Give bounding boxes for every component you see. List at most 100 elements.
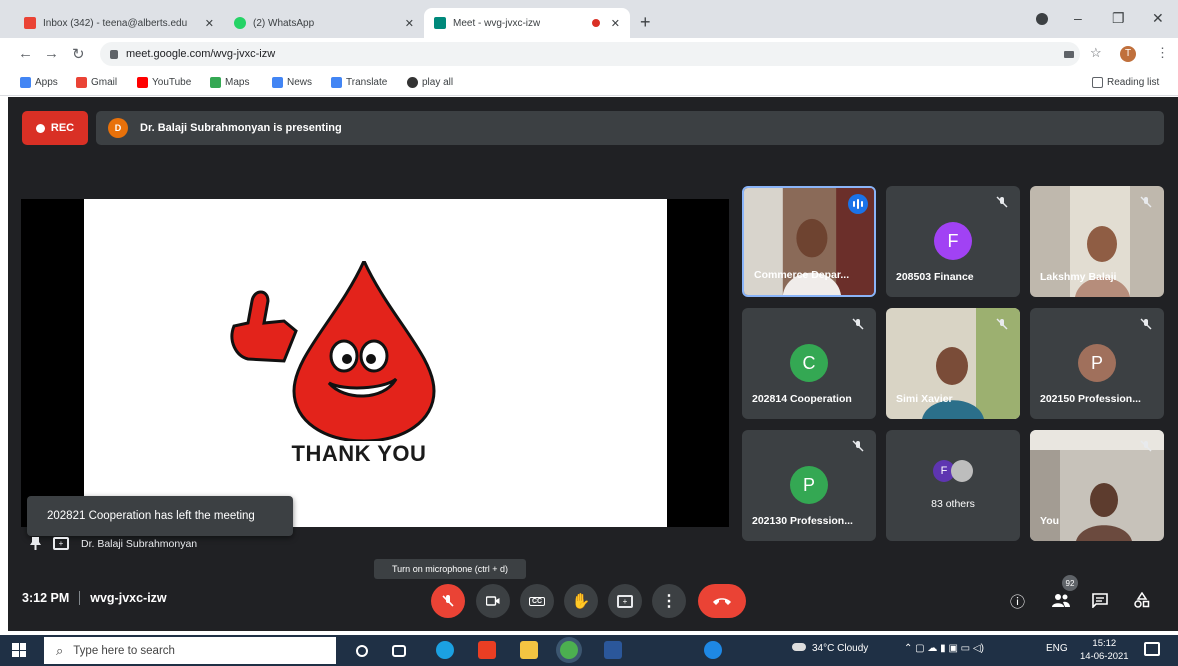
people-icon[interactable]	[1052, 593, 1070, 607]
close-tab-icon[interactable]: ✕	[405, 17, 414, 30]
recording-dot-icon	[592, 19, 600, 27]
bookmarks-bar: Apps Gmail YouTube Maps News Translate p…	[0, 70, 1178, 96]
chrome-icon[interactable]	[560, 641, 578, 659]
participant-tile[interactable]: P 202150 Profession...	[1030, 308, 1164, 419]
more-options-button[interactable]: ⋮	[652, 584, 686, 618]
reload-icon[interactable]: ↻	[72, 45, 85, 63]
raise-hand-button[interactable]: ✋	[564, 584, 598, 618]
mic-off-icon	[1140, 318, 1152, 330]
bookmark-youtube[interactable]: YouTube	[137, 77, 191, 88]
tab-gmail[interactable]: Inbox (342) - teena@alberts.edu ✕	[14, 8, 224, 38]
mic-off-icon	[1140, 196, 1152, 208]
forward-icon[interactable]: →	[44, 45, 59, 62]
new-tab-button[interactable]: +	[640, 12, 651, 33]
menu-kebab-icon[interactable]: ⋮	[1156, 45, 1169, 61]
meeting-time: 3:12 PM	[22, 591, 70, 605]
tab-title: Inbox (342) - teena@alberts.edu	[43, 17, 188, 29]
system-tray-icons[interactable]: ⌃ ▢ ☁ ▮ ▣ ▭ ◁)	[904, 643, 984, 654]
activities-icon[interactable]	[1134, 592, 1150, 608]
participant-tile[interactable]: Lakshmy Balaji	[1030, 186, 1164, 297]
camera-toggle-button[interactable]	[476, 584, 510, 618]
bookmark-translate[interactable]: Translate	[331, 77, 387, 88]
participant-name: 208503 Finance	[896, 271, 974, 283]
mic-off-icon	[442, 595, 454, 607]
participant-tile[interactable]: C 202814 Cooperation	[742, 308, 876, 419]
mic-off-icon	[1140, 440, 1152, 452]
blood-drop-thumbs-up-illustration	[230, 261, 436, 441]
edge-icon[interactable]	[436, 641, 454, 659]
tab-whatsapp[interactable]: (2) WhatsApp ✕	[224, 8, 424, 38]
address-bar[interactable]: meet.google.com/wvg-jvxc-izw	[100, 42, 1080, 66]
taskbar-search[interactable]: ⌕ Type here to search	[44, 637, 336, 664]
participant-name: 202814 Cooperation	[752, 393, 852, 405]
bookmark-play-all[interactable]: play all	[407, 77, 453, 88]
taskbar-clock[interactable]: 15:12 14-06-2021	[1080, 637, 1129, 663]
mic-off-icon	[852, 318, 864, 330]
captions-button[interactable]: CC	[520, 584, 554, 618]
lock-icon	[110, 49, 118, 59]
back-icon[interactable]: ←	[18, 45, 33, 62]
file-explorer-icon[interactable]	[520, 641, 538, 659]
address-text: meet.google.com/wvg-jvxc-izw	[126, 48, 276, 60]
presenter-avatar: D	[108, 118, 128, 138]
left-meeting-toast: 202821 Cooperation has left the meeting	[27, 496, 293, 536]
present-now-button[interactable]: +	[608, 584, 642, 618]
close-tab-icon[interactable]: ✕	[611, 17, 620, 30]
maps-icon	[210, 77, 221, 88]
participant-avatar: F	[934, 222, 972, 260]
more-vert-icon: ⋮	[661, 593, 677, 610]
notification-center-icon[interactable]	[1144, 642, 1160, 656]
meeting-details-icon[interactable]: ⓘ	[1010, 591, 1025, 612]
media-control-icon[interactable]	[1036, 13, 1048, 25]
search-icon: ⌕	[56, 642, 64, 658]
participant-tile[interactable]: P 202130 Profession...	[742, 430, 876, 541]
participant-count-badge: 92	[1062, 575, 1078, 591]
mic-toggle-button[interactable]	[431, 584, 465, 618]
participant-tile[interactable]: Commerce Depar...	[742, 186, 876, 297]
office-icon[interactable]	[478, 641, 496, 659]
participant-tile[interactable]: Simi Xavier	[886, 308, 1020, 419]
profile-avatar[interactable]: T	[1120, 46, 1136, 62]
cloud-icon	[792, 643, 806, 651]
others-tile[interactable]: F 83 others	[886, 430, 1020, 541]
participant-name: 202130 Profession...	[752, 515, 853, 527]
github-icon	[407, 77, 418, 88]
bookmark-apps[interactable]: Apps	[20, 77, 58, 88]
close-tab-icon[interactable]: ✕	[205, 17, 214, 30]
leave-call-button[interactable]	[698, 584, 746, 618]
divider	[79, 591, 81, 605]
whatsapp-icon	[234, 17, 246, 29]
camera-in-use-icon[interactable]	[1064, 51, 1074, 58]
speaking-indicator-icon	[848, 194, 868, 214]
participant-name: Commerce Depar...	[754, 269, 850, 281]
pin-icon[interactable]	[30, 537, 41, 550]
meet-window: REC D Dr. Balaji Subrahmonyan is present…	[8, 97, 1178, 631]
participant-tile[interactable]: F 208503 Finance	[886, 186, 1020, 297]
help-icon[interactable]	[704, 641, 722, 659]
task-view-icon[interactable]	[392, 645, 406, 657]
record-dot-icon	[35, 123, 45, 133]
language-indicator[interactable]: ENG	[1046, 643, 1068, 654]
bookmark-gmail[interactable]: Gmail	[76, 77, 117, 88]
presenting-banner: D Dr. Balaji Subrahmonyan is presenting	[96, 111, 1164, 145]
present-screen-icon: +	[53, 537, 69, 550]
minimize-button[interactable]: –	[1074, 10, 1082, 26]
tab-meet[interactable]: Meet - wvg-jvxc-izw ✕	[424, 8, 630, 38]
windows-taskbar: ⌕ Type here to search 34°C Cloudy ⌃ ▢ ☁ …	[0, 635, 1178, 666]
bookmark-star-icon[interactable]: ☆	[1090, 45, 1102, 61]
cortana-icon[interactable]	[356, 645, 368, 657]
windows-start-icon[interactable]	[12, 643, 26, 657]
reading-list-button[interactable]: Reading list	[1092, 77, 1159, 88]
bookmark-news[interactable]: News	[272, 77, 312, 88]
participant-photo-avatar	[951, 460, 973, 482]
word-icon[interactable]	[604, 641, 622, 659]
restore-button[interactable]: ❐	[1112, 10, 1125, 27]
chat-icon[interactable]	[1092, 593, 1108, 608]
captions-icon: CC	[528, 596, 546, 606]
close-window-button[interactable]: ✕	[1152, 10, 1164, 27]
self-tile[interactable]: You	[1030, 430, 1164, 541]
bookmark-maps[interactable]: Maps	[210, 77, 249, 88]
meeting-code: wvg-jvxc-izw	[90, 591, 167, 605]
weather-widget[interactable]: 34°C Cloudy	[792, 643, 868, 654]
others-avatars: F	[933, 460, 973, 482]
